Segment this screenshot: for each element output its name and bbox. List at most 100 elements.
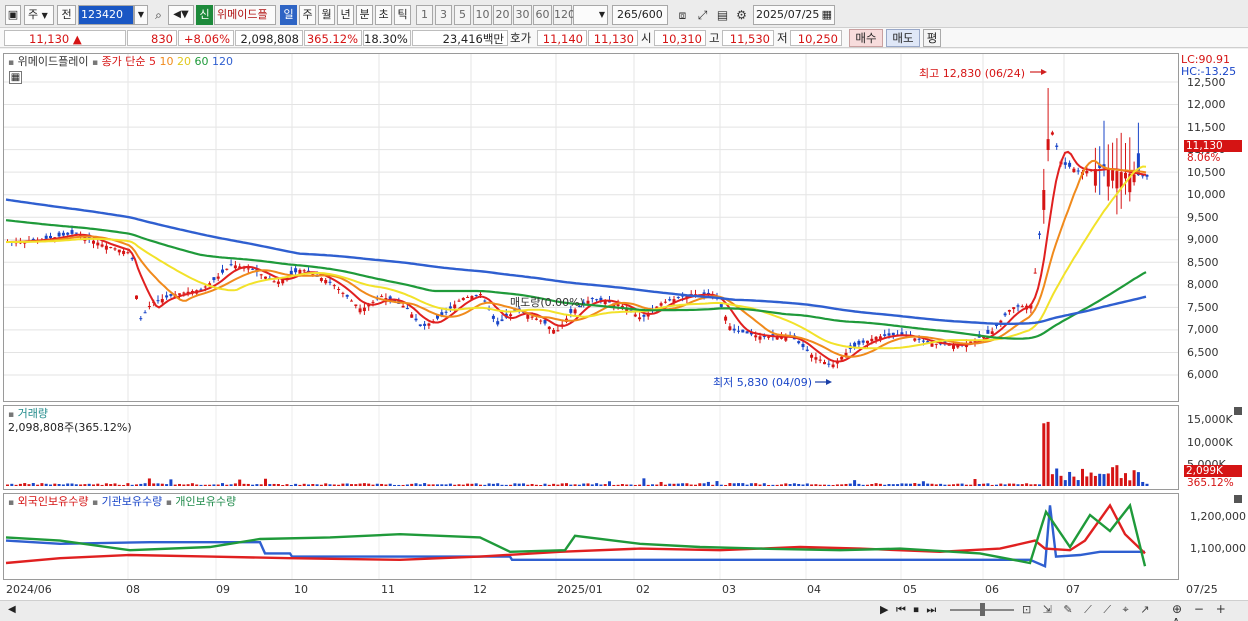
candle-body <box>642 314 646 317</box>
zoom-slider-handle[interactable] <box>980 603 985 616</box>
volume-bar <box>754 483 758 486</box>
candle-body <box>457 300 461 302</box>
interval-3-button[interactable]: 3 <box>435 5 452 25</box>
ma10-label: 10 <box>159 55 174 68</box>
code-dropdown-button[interactable]: ▼ <box>134 5 148 25</box>
volume-bar <box>780 484 783 486</box>
period-year-tab[interactable]: 년 <box>337 5 354 25</box>
volume-bar <box>1055 468 1059 486</box>
sound-dropdown[interactable]: ◀▼ <box>168 5 194 25</box>
period-week-tab[interactable]: 주 <box>299 5 316 25</box>
volume-bar <box>281 484 285 486</box>
volume-bar <box>668 483 672 486</box>
interval-30-button[interactable]: 30 <box>513 5 532 25</box>
volume-bar <box>1042 423 1046 486</box>
data-count-field[interactable]: 265/600 <box>612 5 668 25</box>
candle-settings-icon[interactable]: ⧈ <box>674 6 691 24</box>
scroll-left-icon[interactable]: ◀ <box>8 604 16 615</box>
x-label-03: 03 <box>722 583 736 596</box>
volume-bar <box>6 484 9 486</box>
candle-body <box>1085 170 1089 174</box>
period-tick-tab[interactable]: 틱 <box>394 5 411 25</box>
table-toggle-icon[interactable]: ▦ <box>9 71 22 84</box>
volume-bar <box>302 483 306 486</box>
prev-button[interactable]: 전 <box>57 5 76 25</box>
volume-bar <box>1076 480 1080 486</box>
search-icon[interactable]: ⌕ <box>150 6 167 24</box>
playback-controls[interactable]: ▶ ⏮ ⏹ ⏭ <box>880 603 938 617</box>
volume-bar <box>100 484 104 486</box>
period-month-tab[interactable]: 월 <box>318 5 335 25</box>
candle-body <box>169 294 173 296</box>
line-tool-icon[interactable]: ⤢ <box>694 6 711 24</box>
price-axis-label: 8,000 <box>1187 278 1219 292</box>
period-second-tab[interactable]: 초 <box>375 5 392 25</box>
indiv-holding-label: 개인보유수량 <box>175 495 237 508</box>
stock-name-field[interactable]: 위메이드플 <box>214 5 276 25</box>
volume-bar <box>40 483 44 486</box>
period-minute-tab[interactable]: 분 <box>356 5 373 25</box>
candle-body <box>883 334 887 336</box>
x-label-07-25: 07/25 <box>1186 583 1218 596</box>
drawing-tools[interactable]: ⊡ ⇲ ✎ ⟋ ⟋ ⌖ ↗ <box>1022 603 1153 617</box>
volume-bar <box>272 483 276 486</box>
x-label-07: 07 <box>1066 583 1080 596</box>
volume-bar <box>371 484 375 486</box>
volume-bar <box>547 484 551 486</box>
volume-bar <box>1145 483 1149 486</box>
volume-bar <box>1063 480 1067 486</box>
volume-bar <box>784 483 788 486</box>
stock-code-input[interactable]: 123420 <box>78 5 134 25</box>
candle-body <box>264 276 267 279</box>
save-icon[interactable]: ▤ <box>714 6 731 24</box>
volume-bar <box>878 483 882 486</box>
volume-bar <box>694 484 697 486</box>
period-day-tab[interactable]: 일 <box>280 5 297 25</box>
volume-bar <box>926 483 930 486</box>
candle-body <box>444 311 448 313</box>
volume-bar <box>947 484 951 486</box>
volume-bar <box>982 483 986 486</box>
interval-5-button[interactable]: 5 <box>454 5 471 25</box>
interval-1-button[interactable]: 1 <box>416 5 433 25</box>
date-input[interactable]: 2025/07/25 ▦ <box>753 5 835 25</box>
candle-body <box>328 281 332 283</box>
volume-bar <box>835 484 839 486</box>
volume-bar <box>582 483 586 486</box>
volume-bar <box>96 483 100 486</box>
interval-120-button[interactable]: 120 <box>553 5 575 25</box>
interval-10-button[interactable]: 10 <box>473 5 492 25</box>
candle-body <box>156 300 160 302</box>
zoom-controls[interactable]: ⊕ − + A <box>1172 602 1248 621</box>
candle-body <box>1068 162 1072 167</box>
candle-body <box>874 336 878 340</box>
volume-bar <box>444 484 448 486</box>
volume-bar <box>930 483 934 486</box>
volume-bar <box>1068 471 1072 486</box>
candle-body <box>178 293 181 295</box>
volume-bar <box>53 483 57 486</box>
sell-button[interactable]: 매도 <box>886 29 920 47</box>
volume-bar <box>388 483 392 486</box>
volume-bar <box>315 484 319 486</box>
window-menu-icon[interactable]: ▣ <box>5 5 21 25</box>
volume-bar <box>1007 483 1011 486</box>
buy-button[interactable]: 매수 <box>849 29 883 47</box>
volume-bar <box>870 484 874 486</box>
candle-body <box>732 328 736 331</box>
volume-bar <box>474 483 478 486</box>
custom-interval-dropdown[interactable]: ▼ <box>573 5 608 25</box>
gear-icon[interactable]: ⚙ <box>733 6 750 24</box>
calendar-icon[interactable]: ▦ <box>822 6 834 24</box>
interval-20-button[interactable]: 20 <box>493 5 512 25</box>
eval-button[interactable]: 평 <box>923 29 941 47</box>
volume-bar <box>152 483 156 486</box>
volume-bar <box>646 484 650 486</box>
ma60-label: 60 <box>194 55 209 68</box>
chart-canvas[interactable] <box>0 49 1248 621</box>
market-select[interactable]: 주 ▼ <box>24 5 54 25</box>
candle-body <box>1111 170 1115 181</box>
volume-bar <box>1059 475 1063 486</box>
volume-bar <box>1072 476 1076 486</box>
interval-60-button[interactable]: 60 <box>533 5 552 25</box>
